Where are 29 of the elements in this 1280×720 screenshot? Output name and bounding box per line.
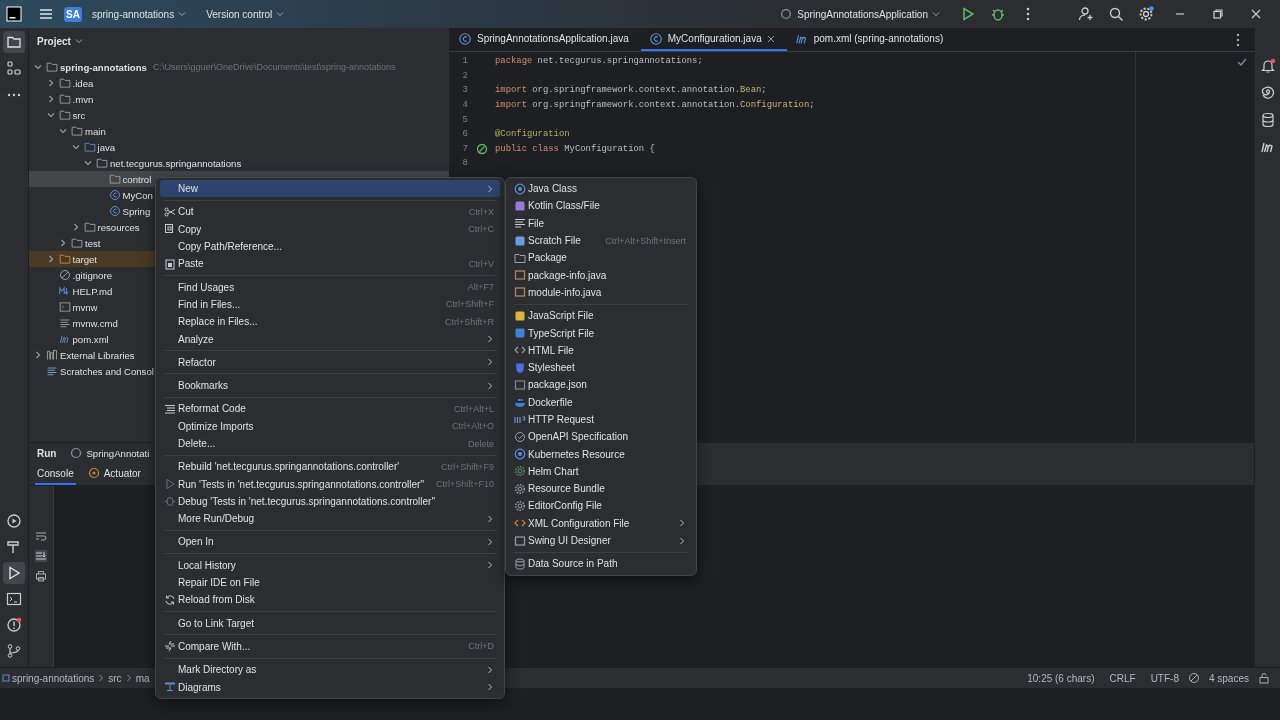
code-line: package net.tecgurus.springannotations; — [495, 56, 703, 67]
line-number: 5 — [461, 114, 468, 125]
shortcut-label: Ctrl+Shift+F9 — [440, 461, 494, 472]
line-number: 8 — [461, 158, 468, 169]
shortcut-label: Alt+F7 — [467, 282, 494, 293]
shortcut-label: Ctrl+Shift+F — [446, 299, 494, 310]
line-number: 7 — [461, 143, 468, 154]
run-panel-title: Run — [37, 447, 57, 459]
line-number: 1 — [461, 56, 468, 67]
project-badge: SA — [64, 6, 82, 22]
shortcut-label: Delete — [468, 438, 494, 449]
shortcut-label: Ctrl+C — [468, 224, 494, 235]
shortcut-label: Ctrl+X — [468, 206, 494, 217]
project-path: C:\Users\gguer\OneDrive\Documents\test\spring-annotations — [152, 62, 396, 72]
shortcut-label: Ctrl+V — [468, 258, 494, 269]
code-line: @Configuration — [495, 129, 570, 140]
code-line: import org.springframework.context.annotation.Bean; — [495, 85, 767, 96]
shortcut-label: Ctrl+Alt+O — [452, 421, 494, 432]
code-line: public class MyConfiguration { — [495, 143, 655, 154]
shortcut-label: Ctrl+D — [468, 641, 494, 652]
shortcut-label: Ctrl+Shift+R — [444, 316, 494, 327]
line-number: 4 — [461, 100, 468, 111]
code-line: import org.springframework.context.annotation.Configuration; — [495, 100, 815, 111]
line-number: 2 — [461, 70, 468, 81]
line-number: 6 — [461, 129, 468, 140]
shortcut-label: Ctrl+Shift+F10 — [435, 479, 494, 490]
line-number: 3 — [461, 85, 468, 96]
shortcut-label: Ctrl+Alt+Shift+Insert — [605, 235, 686, 246]
shortcut-label: Ctrl+Alt+L — [453, 403, 494, 414]
